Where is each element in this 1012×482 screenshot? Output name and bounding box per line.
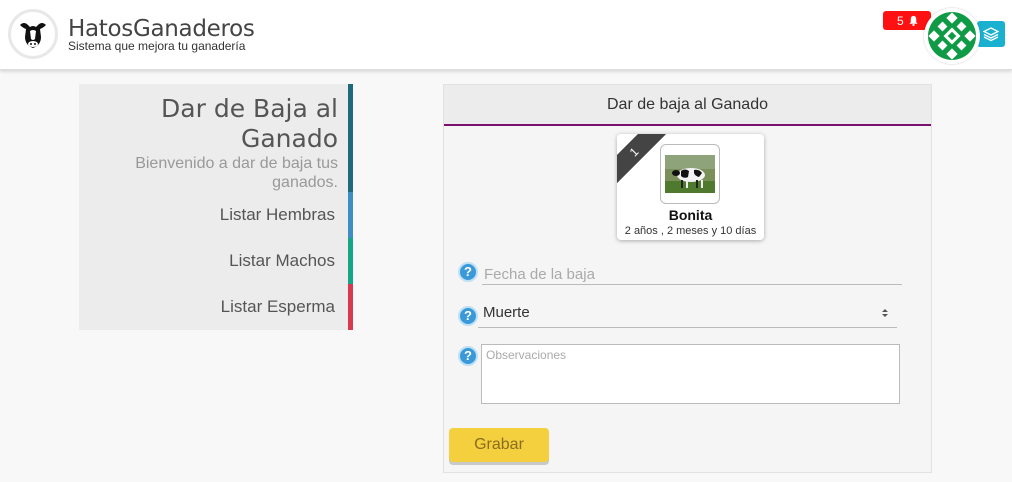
- sidebar-item-listar-machos[interactable]: Listar Machos: [79, 238, 353, 284]
- sidebar-header: Dar de Baja al Ganado Bienvenido a dar d…: [79, 84, 353, 192]
- select-updown-icon: [881, 307, 889, 319]
- sidebar-menu: Dar de Baja al Ganado Bienvenido a dar d…: [79, 84, 353, 330]
- layers-icon: [983, 27, 999, 42]
- sidebar-item-listar-esperma[interactable]: Listar Esperma: [79, 284, 353, 330]
- animal-name: Bonita: [668, 207, 713, 223]
- fecha-baja-underline: [482, 284, 902, 285]
- motivo-select-value: Muerte: [483, 304, 530, 321]
- observaciones-textarea[interactable]: [481, 344, 900, 404]
- user-avatar[interactable]: [924, 8, 980, 64]
- bell-icon: [909, 15, 918, 26]
- fecha-baja-input[interactable]: [484, 263, 902, 285]
- logo[interactable]: [8, 9, 58, 59]
- notification-badge[interactable]: 5: [883, 11, 931, 30]
- animal-age: 2 años , 2 meses y 10 días: [624, 225, 757, 237]
- help-icon[interactable]: ?: [458, 262, 478, 282]
- grabar-button[interactable]: Grabar: [449, 428, 549, 462]
- avatar-pattern-icon: [928, 12, 976, 60]
- motivo-underline: [478, 327, 897, 328]
- help-icon[interactable]: ?: [458, 346, 478, 366]
- notification-count: 5: [897, 13, 904, 28]
- help-icon[interactable]: ?: [458, 306, 478, 326]
- motivo-select[interactable]: Muerte: [478, 301, 897, 327]
- sidebar-welcome: Bienvenido a dar de baja tus ganados.: [135, 155, 338, 191]
- brand-subtitle: Sistema que mejora tu ganadería: [68, 39, 246, 53]
- top-header: HatosGanaderos Sistema que mejora tu gan…: [0, 0, 1012, 70]
- animal-photo: [660, 144, 720, 204]
- sidebar-item-listar-hembras[interactable]: Listar Hembras: [79, 192, 353, 238]
- layers-button[interactable]: [977, 21, 1005, 47]
- animal-card[interactable]: 1 Bonita 2 años , 2 meses y 10 días: [617, 134, 764, 240]
- cow-head-icon: [20, 23, 46, 48]
- baja-panel: Dar de baja al Ganado 1 Bonita 2 años , …: [443, 84, 932, 473]
- panel-title: Dar de baja al Ganado: [444, 85, 931, 126]
- sidebar-title: Dar de Baja al Ganado: [161, 94, 338, 153]
- cow-photo-image: [665, 155, 715, 193]
